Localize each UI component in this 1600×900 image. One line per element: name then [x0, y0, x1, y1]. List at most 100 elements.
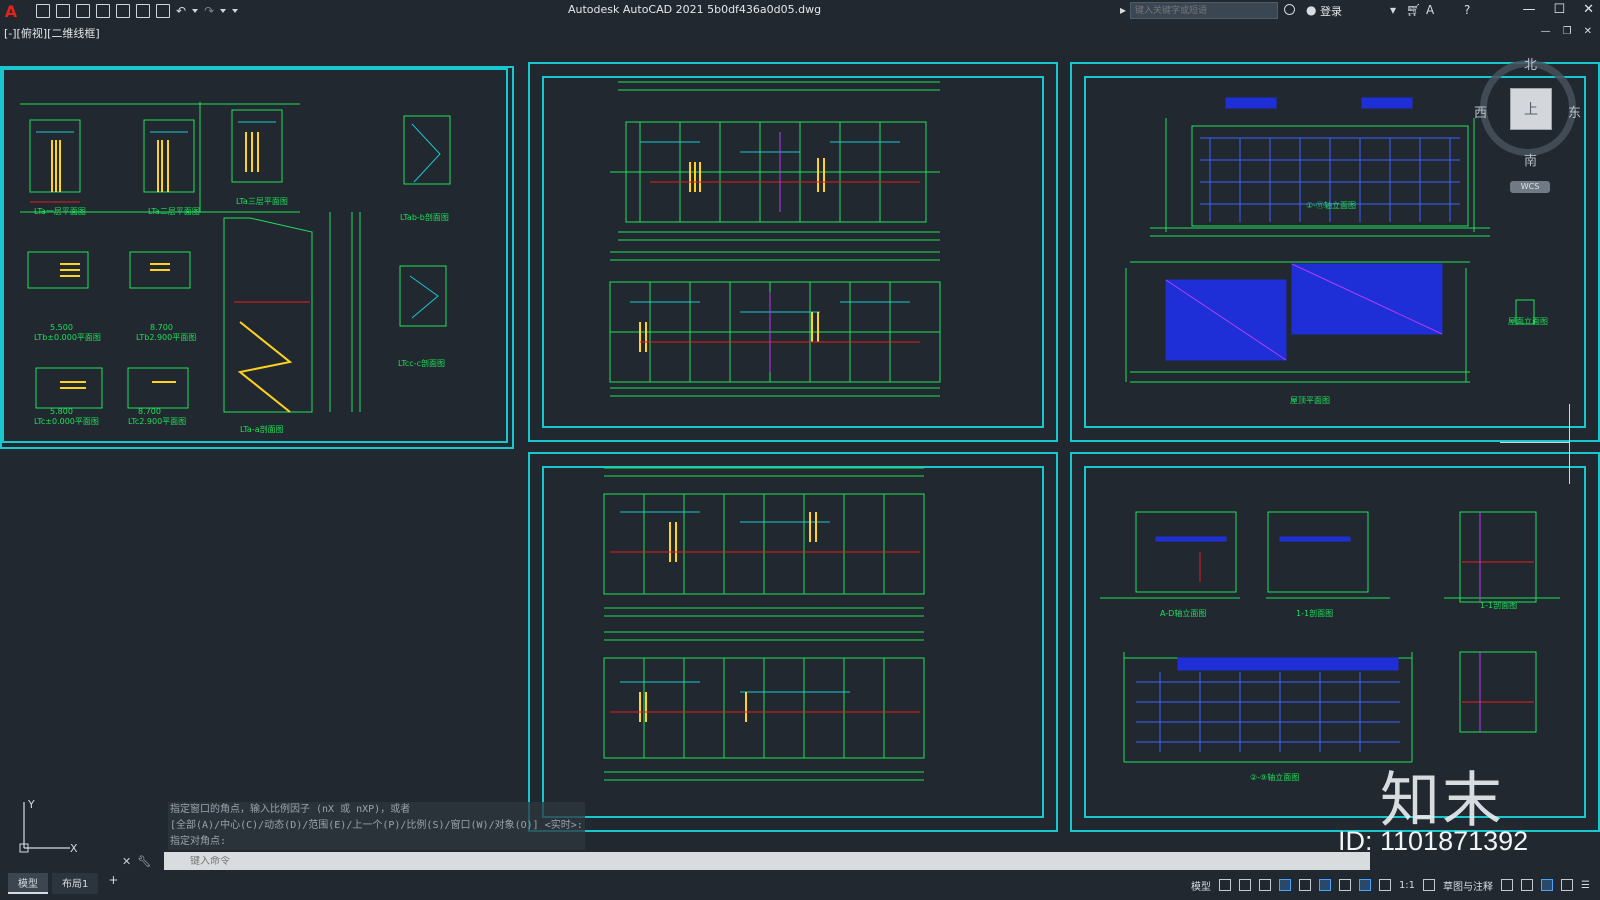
command-line-controls: ✕ 🔧︎	[118, 852, 164, 870]
label-section-1-1-a: 1-1剖面图	[1480, 600, 1517, 610]
layout-tabs: 模型 布局1 +	[8, 873, 124, 894]
viewport-controls: — ❐ ✕	[1541, 26, 1592, 37]
label-ltc-section: LTcc-c剖面图	[398, 358, 445, 368]
annotation-scale[interactable]: 1:1	[1399, 880, 1415, 891]
search-icon[interactable]	[1284, 4, 1295, 15]
cad-linework: LTa一层平面图 LTa二层平面图 LTa三层平面图 LTab-b剖面图 5.5…	[20, 81, 1560, 782]
plus-icon[interactable]	[1501, 879, 1514, 891]
isodraft-icon[interactable]	[1298, 879, 1311, 891]
import-icon[interactable]	[116, 4, 130, 18]
label-roof-plan: 屋顶平面图	[1290, 396, 1330, 405]
viewcube-north[interactable]: 北	[1524, 54, 1537, 73]
workspace-switch[interactable]: 草图与注释	[1443, 878, 1493, 893]
quick-access-toolbar: ↶ ↷	[36, 4, 239, 18]
minimize-button[interactable]: —	[1522, 2, 1535, 17]
status-bar: 模型 1:1 草图与注释 ☰	[1191, 874, 1600, 896]
label-lta-1f: LTa一层平面图	[34, 207, 86, 216]
undo-dropdown-icon[interactable]	[192, 9, 199, 13]
hardware-acceleration-icon[interactable]	[1541, 879, 1554, 891]
annotation-visibility-icon[interactable]	[1358, 879, 1371, 891]
label-elevation-2-9: ②-⑨轴立面图	[1250, 772, 1299, 782]
drawing-area[interactable]: LTa一层平面图 LTa二层平面图 LTa三层平面图 LTab-b剖面图 5.5…	[0, 42, 1600, 852]
label-section-1-1-b: 1-1剖面图	[1296, 608, 1333, 618]
print-icon[interactable]	[156, 4, 170, 18]
object-snap-tracking-icon[interactable]	[1318, 879, 1331, 891]
label-lta-section: LTa-a剖面图	[240, 424, 284, 434]
window-title: Autodesk AutoCAD 2021 5b0df436a0d05.dwg	[568, 3, 822, 16]
viewport-close-button[interactable]: ✕	[1584, 26, 1592, 37]
label-ltb-2: LTb2.900平面图	[136, 333, 196, 342]
tab-model[interactable]: 模型	[8, 873, 48, 894]
model-space-button[interactable]: 模型	[1191, 878, 1211, 893]
cart-icon[interactable]: 🛒︎	[1406, 3, 1421, 17]
expand-arrow-icon[interactable]: ▸	[1120, 3, 1126, 17]
viewport-minimize-button[interactable]: —	[1541, 26, 1551, 37]
ortho-icon[interactable]	[1258, 879, 1271, 891]
open-file-icon[interactable]	[56, 4, 70, 18]
auto-scale-icon[interactable]	[1378, 879, 1391, 891]
undo-icon[interactable]: ↶	[176, 4, 186, 18]
ucs-x-label: X	[70, 842, 78, 855]
viewcube-east[interactable]: 东	[1568, 102, 1581, 121]
search-input[interactable]	[1130, 2, 1278, 19]
label-ltc-2: LTc2.900平面图	[128, 417, 186, 426]
viewport-label[interactable]: [-][俯视][二维线框]	[4, 25, 100, 41]
label-lta-3f: LTa三层平面图	[236, 197, 288, 206]
redo-dropdown-icon[interactable]	[220, 9, 227, 13]
window-controls: — ☐ ✕	[1522, 2, 1594, 17]
workspace-gear-icon[interactable]	[1423, 879, 1436, 891]
viewcube-west[interactable]: 西	[1474, 102, 1487, 121]
label-lta-2f: LTa二层平面图	[148, 207, 200, 216]
customize-qat-icon[interactable]	[232, 9, 239, 13]
label-ltb-elev-2: 8.700	[150, 323, 173, 332]
autodesk-app-icon[interactable]: A	[1426, 3, 1434, 17]
isolate-objects-icon[interactable]	[1521, 879, 1534, 891]
history-line: 指定对角点:	[168, 834, 585, 850]
maximize-button[interactable]: ☐	[1553, 2, 1565, 17]
customization-menu-icon[interactable]: ☰	[1581, 880, 1590, 891]
polar-tracking-icon[interactable]	[1278, 879, 1291, 891]
login-link[interactable]: 登录	[1320, 3, 1342, 19]
label-ltb-0: LTb±0.000平面图	[34, 333, 101, 342]
autocad-logo-icon[interactable]: A	[0, 0, 22, 22]
snap-icon[interactable]	[1238, 879, 1251, 891]
new-file-icon[interactable]	[36, 4, 50, 18]
object-snap-icon[interactable]	[1338, 879, 1351, 891]
command-input[interactable]	[164, 855, 764, 867]
viewcube-top-face[interactable]: 上	[1510, 88, 1552, 130]
label-ltc-elev-0: 5.800	[50, 407, 73, 416]
export-icon[interactable]	[136, 4, 150, 18]
wcs-menu[interactable]: WCS	[1510, 181, 1550, 193]
crosshair-vertical	[1569, 404, 1570, 484]
customize-icon[interactable]: 🔧︎	[137, 855, 151, 868]
save-icon[interactable]	[76, 4, 90, 18]
viewport-restore-button[interactable]: ❐	[1563, 26, 1572, 37]
close-button[interactable]: ✕	[1583, 2, 1594, 17]
label-ltb-section: LTab-b剖面图	[400, 212, 449, 222]
label-elevation-1-11: ①-⑪轴立面图	[1306, 200, 1356, 210]
help-icon[interactable]: ?	[1464, 3, 1470, 17]
crosshair-horizontal	[1500, 442, 1570, 443]
label-ltb-elev-0: 5.500	[50, 323, 73, 332]
label-ltc-elev-2: 8.700	[138, 407, 161, 416]
login-dropdown-icon[interactable]: ▾	[1390, 3, 1396, 17]
clean-screen-icon[interactable]	[1561, 879, 1574, 891]
add-layout-icon[interactable]: +	[102, 873, 124, 894]
label-elevation-ad: A-D轴立面图	[1160, 608, 1206, 618]
ucs-y-label: Y	[27, 798, 35, 811]
watermark-id: ID: 1101871392	[1338, 826, 1529, 856]
viewcube-south[interactable]: 南	[1524, 150, 1537, 169]
redo-icon[interactable]: ↷	[204, 4, 214, 18]
ucs-icon: Y X	[19, 798, 78, 855]
label-ltc-0: LTc±0.000平面图	[34, 417, 99, 426]
user-icon: ●	[1306, 3, 1317, 17]
history-line: [全部(A)/中心(C)/动态(D)/范围(E)/上一个(P)/比例(S)/窗口…	[168, 818, 585, 834]
grid-icon[interactable]	[1218, 879, 1231, 891]
title-bar: A ↶ ↷ Autodesk AutoCAD 2021 5b0df436a0d0…	[0, 0, 1600, 22]
command-history: 指定窗口的角点，输入比例因子 (nX 或 nXP)，或者 [全部(A)/中心(C…	[168, 802, 585, 850]
history-line: 指定窗口的角点，输入比例因子 (nX 或 nXP)，或者	[168, 802, 585, 818]
close-command-line-icon[interactable]: ✕	[122, 855, 131, 868]
save-as-icon[interactable]	[96, 4, 110, 18]
tab-layout1[interactable]: 布局1	[52, 873, 99, 894]
command-line[interactable]: ✕ 🔧︎	[118, 852, 1370, 870]
